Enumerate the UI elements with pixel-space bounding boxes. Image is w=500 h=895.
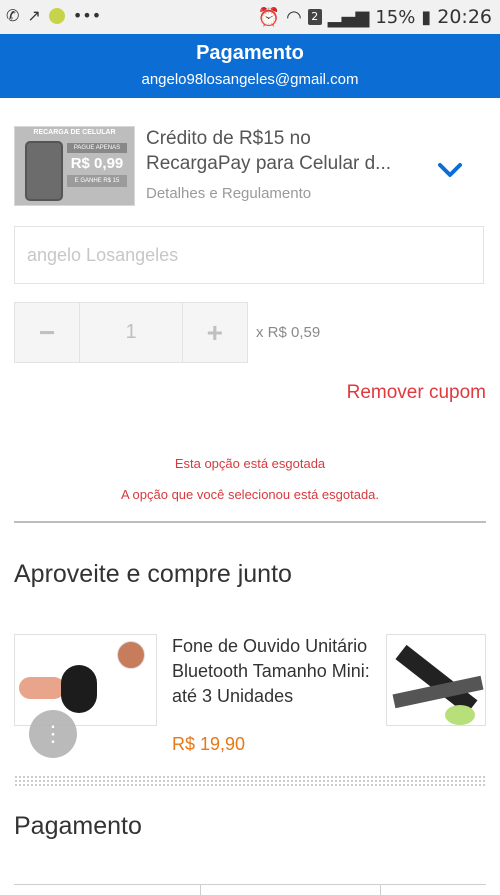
missed-call-icon: ↗ [27,6,41,25]
call-icon: ✆ [6,6,20,25]
signal-icon: ▂▄▆ [327,6,370,28]
payment-box-divider [200,885,201,895]
quantity-stepper: − 1 + [14,302,248,363]
status-left-icons: ✆ ↗ ••• [6,6,101,25]
thumb-heading: RECARGA DE CELULAR [33,129,116,136]
sim-badge: 2 [307,9,322,25]
phone-illustration [25,141,63,201]
product-title-line1: Crédito de R$15 no [146,128,311,149]
earbud-illustration [61,665,97,713]
more-notifications-icon: ••• [72,6,102,25]
alarm-icon: ⏰ [257,6,281,28]
thumb-price: R$ 0,99 [70,155,124,172]
name-field-container [14,226,484,284]
increment-button[interactable]: + [182,303,247,362]
more-options-button[interactable]: ⋮ [29,710,77,758]
recommended-product-image[interactable] [14,634,157,726]
battery-percent: 15% [375,6,416,28]
name-input[interactable] [25,227,469,283]
product-summary: RECARGA DE CELULAR PAGUE APENAS R$ 0,99 … [14,126,486,210]
product-thumbnail: RECARGA DE CELULAR PAGUE APENAS R$ 0,99 … [14,126,135,206]
quantity-value[interactable]: 1 [79,303,183,362]
hand-illustration [19,677,65,699]
ear-inset-illustration [117,641,145,669]
status-bar: ✆ ↗ ••• ⏰ ◠ 2 ▂▄▆ 15% ▮ 20:26 [0,0,500,34]
vegetable-illustration [445,705,475,725]
page-header: Pagamento angelo98losangeles@gmail.com [0,34,500,98]
payment-methods-box [14,884,486,895]
thumb-badge: PAGUE APENAS [67,143,127,153]
battery-icon: ▮ [421,6,432,28]
selected-out-of-stock-message: A opção que você selecionou está esgotad… [120,487,380,502]
details-link[interactable]: Detalhes e Regulamento [146,185,311,202]
recommended-product-price: R$ 19,90 [172,734,246,754]
remove-coupon-link[interactable]: Remover cupom [347,382,486,404]
product-title: Crédito de R$15 no RecargaPay para Celul… [146,126,416,176]
decrement-button[interactable]: − [15,303,80,362]
product-title-line2: RecargaPay para Celular d... [146,153,392,174]
recommendations-title: Aproveite e compre junto [14,560,292,588]
out-of-stock-message: Esta opção está esgotada [174,456,326,471]
payment-box-divider [380,885,381,895]
user-email: angelo98losangeles@gmail.com [141,71,359,88]
app-notification-icon [48,7,65,24]
section-divider [14,521,486,523]
recommended-product-name[interactable]: Fone de Ouvido Unitário Bluetooth Tamanh… [172,634,372,709]
wifi-icon: ◠ [286,6,302,28]
dotted-separator [14,775,486,787]
payment-section-title: Pagamento [14,812,142,840]
thumb-bottom-text: E GANHE R$ 15 [67,175,127,187]
recommended-product-image-2[interactable] [386,634,486,726]
unit-price: x R$ 0,59 [256,324,321,341]
status-right-icons: ⏰ ◠ 2 ▂▄▆ 15% ▮ 20:26 [258,6,492,28]
chevron-down-icon[interactable] [434,154,466,186]
clock: 20:26 [437,6,492,28]
page-title: Pagamento [196,42,304,64]
